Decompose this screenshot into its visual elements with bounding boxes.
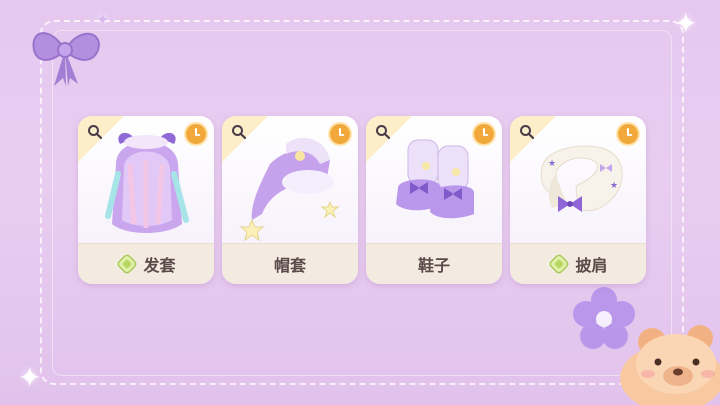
card-label-bar: 帽套 (222, 243, 358, 284)
reward-card-hat[interactable]: 帽套 (222, 116, 358, 284)
white-shawl-icon: ★ ★ (540, 145, 623, 212)
sparkle-icon: ✦ (674, 7, 698, 40)
bear-mascot-icon (620, 325, 720, 405)
svg-text:★: ★ (610, 181, 618, 191)
wig-purple-bow-icon (105, 132, 189, 233)
item-name-label: 发套 (143, 256, 176, 275)
item-name-label: 帽套 (273, 256, 306, 275)
gem-coin-icon (548, 252, 571, 276)
reward-card-wig[interactable]: 发套 (78, 116, 214, 284)
item-name-label: 鞋子 (417, 256, 450, 275)
card-label-bar: 披肩 (510, 243, 646, 284)
reward-card-shawl[interactable]: ★ ★ 披肩 (510, 116, 646, 284)
star-nightcap-icon (239, 137, 340, 242)
card-label-bar: 发套 (78, 243, 214, 284)
ribbon-bow-icon (32, 32, 100, 86)
purple-shoes-icon (396, 139, 474, 219)
reward-card-list: 发套 帽套 鞋子 ★ ★ 披肩 (78, 116, 646, 286)
sparkle-icon: ✦ (96, 10, 110, 29)
gem-coin-icon (116, 252, 139, 276)
item-name-label: 披肩 (575, 256, 608, 275)
svg-text:★: ★ (548, 159, 556, 169)
sparkle-icon: ✦ (18, 361, 42, 394)
reward-card-shoes[interactable]: 鞋子 (366, 116, 502, 284)
card-label-bar: 鞋子 (366, 243, 502, 284)
